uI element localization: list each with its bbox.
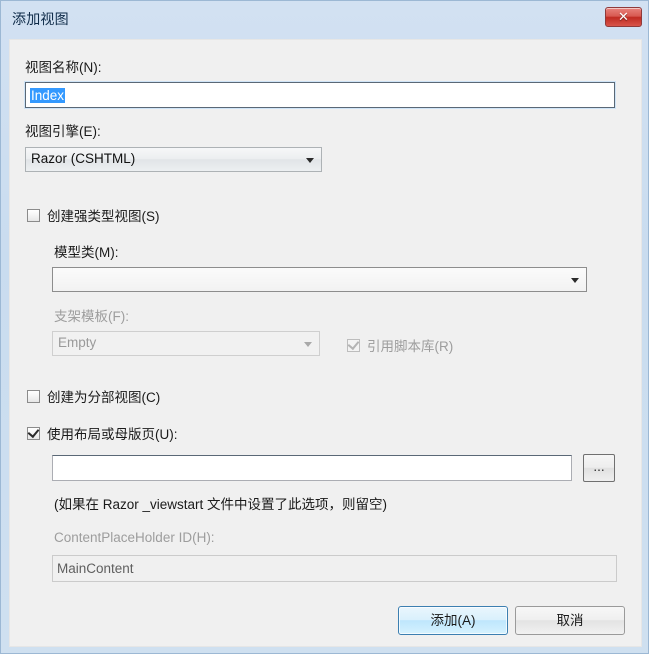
strongly-typed-checkbox[interactable]: 创建强类型视图(S) — [27, 205, 160, 225]
chevron-down-icon — [304, 341, 312, 347]
layout-hint-text: (如果在 Razor _viewstart 文件中设置了此选项，则留空) — [54, 497, 388, 512]
use-layout-checkbox[interactable]: 使用布局或母版页(U): — [27, 423, 178, 443]
view-name-value: Index — [30, 88, 66, 103]
strongly-typed-label: 创建强类型视图(S) — [47, 209, 160, 224]
checkmark-icon — [347, 337, 360, 350]
reference-script-libraries-label: 引用脚本库(R) — [367, 339, 454, 354]
model-class-label: 模型类(M): — [54, 245, 119, 260]
scaffold-template-combobox[interactable]: Empty — [52, 331, 320, 356]
close-button[interactable]: ✕ — [605, 7, 642, 27]
checkbox-checked-icon — [27, 425, 40, 440]
view-name-input[interactable]: Index — [25, 82, 615, 108]
add-button[interactable]: 添加(A) — [398, 606, 508, 635]
checkmark-icon — [27, 425, 40, 438]
cancel-button[interactable]: 取消 — [515, 606, 625, 635]
checkbox-icon — [27, 208, 40, 222]
close-icon: ✕ — [618, 9, 629, 24]
chevron-down-icon — [571, 277, 579, 283]
checkbox-icon — [27, 389, 40, 403]
dialog-client-area: 视图名称(N): Index 视图引擎(E): Razor (CSHTML) 创… — [9, 39, 642, 647]
partial-view-label: 创建为分部视图(C) — [47, 390, 161, 405]
partial-view-checkbox[interactable]: 创建为分部视图(C) — [27, 386, 160, 406]
view-name-label: 视图名称(N): — [25, 60, 102, 75]
window-title: 添加视图 — [12, 11, 69, 27]
view-engine-label: 视图引擎(E): — [25, 124, 101, 139]
content-placeholder-value: MainContent — [57, 561, 134, 576]
view-engine-value: Razor (CSHTML) — [31, 151, 136, 166]
view-engine-combobox[interactable]: Razor (CSHTML) — [25, 147, 322, 172]
content-placeholder-label: ContentPlaceHolder ID(H): — [54, 530, 215, 545]
content-placeholder-input[interactable]: MainContent — [52, 555, 617, 582]
checkbox-checked-icon — [347, 337, 360, 352]
scaffold-template-label: 支架模板(F): — [54, 309, 129, 324]
add-view-dialog-window: 添加视图 ✕ 视图名称(N): Index 视图引擎(E): Razor (CS… — [0, 0, 649, 654]
chevron-down-icon — [306, 157, 314, 163]
layout-page-input[interactable] — [52, 455, 572, 481]
model-class-combobox[interactable] — [52, 267, 587, 292]
browse-layout-button[interactable]: ... — [583, 454, 615, 482]
title-bar: 添加视图 ✕ — [1, 1, 649, 39]
use-layout-label: 使用布局或母版页(U): — [47, 427, 178, 442]
scaffold-template-value: Empty — [58, 335, 97, 350]
reference-script-libraries-checkbox[interactable]: 引用脚本库(R) — [347, 335, 453, 355]
